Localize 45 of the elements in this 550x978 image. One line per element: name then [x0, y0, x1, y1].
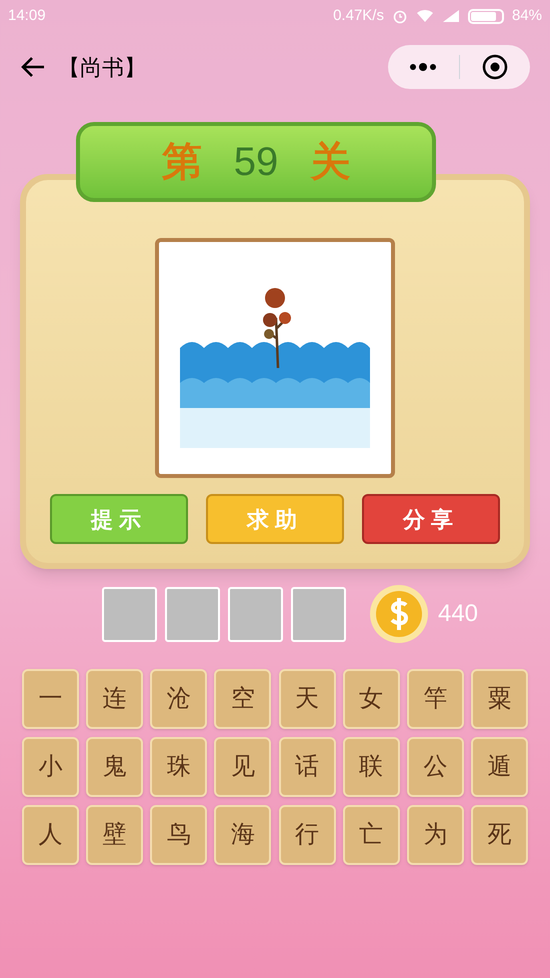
character-tile[interactable]: 沧 [150, 669, 208, 729]
character-tile[interactable]: 话 [278, 737, 336, 797]
character-tile[interactable]: 海 [214, 805, 272, 865]
answer-slot[interactable] [102, 586, 157, 642]
wifi-icon [416, 9, 434, 23]
page-title: 【尚书】 [58, 54, 146, 82]
character-tile[interactable]: 天 [278, 669, 336, 729]
character-tile[interactable]: 小 [22, 737, 79, 797]
answer-slot[interactable] [164, 586, 220, 642]
answer-slot[interactable] [228, 586, 283, 642]
level-prefix: 第 [162, 139, 202, 186]
character-tile[interactable]: 遁 [470, 737, 528, 797]
answer-slot[interactable] [290, 586, 346, 642]
character-tile[interactable]: 见 [214, 737, 272, 797]
status-time: 14:09 [8, 6, 46, 26]
character-tile[interactable]: 行 [278, 805, 336, 865]
character-tile[interactable]: 联 [342, 737, 400, 797]
battery-icon [468, 8, 504, 24]
character-tile[interactable]: 连 [86, 669, 144, 729]
character-tile[interactable]: 为 [406, 805, 464, 865]
level-suffix: 关 [310, 139, 350, 186]
back-arrow-icon[interactable] [20, 56, 46, 78]
character-tile[interactable]: 壁 [86, 805, 144, 865]
character-tile[interactable]: 亡 [342, 805, 400, 865]
battery-percent: 84% [512, 6, 542, 26]
character-tile[interactable]: 一 [22, 669, 79, 729]
alarm-icon [392, 8, 408, 24]
character-tile[interactable]: 女 [342, 669, 400, 729]
character-tile[interactable]: 空 [214, 669, 272, 729]
character-tile[interactable]: 鬼 [86, 737, 144, 797]
character-tile[interactable]: 鸟 [150, 805, 208, 865]
character-tile[interactable]: 死 [470, 805, 528, 865]
character-tile[interactable]: 珠 [150, 737, 208, 797]
close-target-icon[interactable] [482, 54, 508, 80]
more-dots-icon[interactable] [409, 63, 438, 71]
action-button[interactable]: 分享 [362, 494, 500, 544]
level-number: 59 [234, 139, 278, 186]
character-tile[interactable]: 人 [22, 805, 79, 865]
coin-count: 440 [438, 599, 478, 629]
coin-icon [368, 583, 430, 645]
network-speed: 0.47K/s [333, 6, 384, 26]
character-tile[interactable]: 公 [406, 737, 464, 797]
character-tile[interactable]: 竿 [406, 669, 464, 729]
character-tile[interactable]: 粟 [470, 669, 528, 729]
signal-icon [442, 9, 460, 23]
